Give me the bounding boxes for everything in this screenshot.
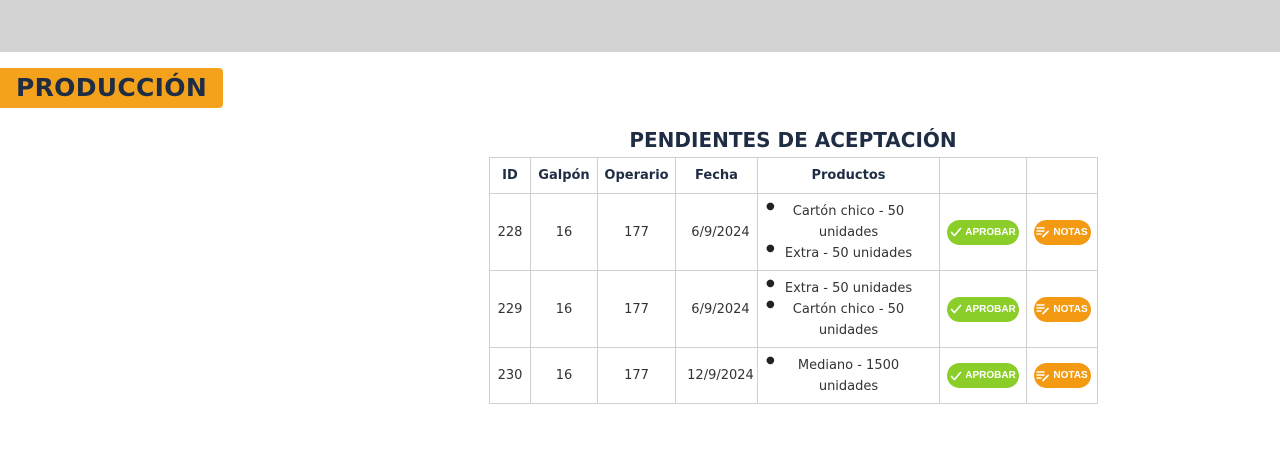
- approve-label: APROBAR: [965, 303, 1016, 315]
- approve-button[interactable]: APROBAR: [947, 363, 1019, 388]
- product-item: ● Extra - 50 unidades: [766, 278, 927, 299]
- cell-galpon: 16: [530, 270, 598, 348]
- approve-label: APROBAR: [965, 226, 1016, 238]
- product-item: ● Cartón chico - 50 unidades: [766, 201, 927, 243]
- bullet-icon: ●: [766, 277, 775, 289]
- cell-approve: APROBAR: [939, 193, 1027, 271]
- product-text: Extra - 50 unidades: [784, 245, 913, 261]
- approve-button[interactable]: APROBAR: [947, 219, 1019, 245]
- column-header-id: ID: [489, 157, 531, 194]
- cell-fecha: 6/9/2024: [675, 193, 758, 271]
- notes-edit-icon: [1036, 370, 1050, 381]
- cell-operario: 177: [597, 270, 676, 348]
- cell-id: 228: [489, 193, 531, 271]
- column-header-galpon: Galpón: [530, 157, 598, 194]
- cell-approve: APROBAR: [939, 270, 1027, 348]
- notes-edit-icon: [1036, 304, 1050, 315]
- cell-notes: NOTAS: [1026, 193, 1098, 271]
- cell-id: 229: [489, 270, 531, 348]
- check-icon: [950, 304, 962, 314]
- notes-edit-icon: [1036, 227, 1050, 238]
- notes-label: NOTAS: [1053, 370, 1088, 381]
- product-text: Cartón chico - 50 unidades: [792, 203, 905, 240]
- cell-galpon: 16: [530, 347, 598, 404]
- table-row: 229 16 177 6/9/2024 ● Extra - 50 unidades…: [489, 270, 1098, 348]
- approve-button[interactable]: APROBAR: [947, 296, 1019, 322]
- bullet-icon: ●: [766, 200, 775, 212]
- check-icon: [950, 227, 962, 237]
- table-header-row: ID Galpón Operario Fecha Productos: [489, 157, 1098, 194]
- notes-button[interactable]: NOTAS: [1033, 363, 1091, 388]
- bullet-icon: ●: [766, 242, 775, 254]
- product-item: ● Extra - 50 unidades: [766, 243, 927, 264]
- column-header-fecha: Fecha: [675, 157, 758, 194]
- cell-operario: 177: [597, 193, 676, 271]
- top-bar: [0, 0, 1280, 52]
- cell-productos: ● Cartón chico - 50 unidades ● Extra - 50 …: [757, 193, 940, 271]
- cell-approve: APROBAR: [939, 347, 1027, 404]
- page-title: PRODUCCIÓN: [0, 68, 224, 108]
- table-row: 230 16 177 12/9/2024 ● Mediano - 1500 uni…: [489, 347, 1098, 404]
- notes-label: NOTAS: [1053, 303, 1088, 315]
- notes-button[interactable]: NOTAS: [1033, 219, 1091, 245]
- cell-fecha: 6/9/2024: [675, 270, 758, 348]
- product-item: ● Cartón chico - 50 unidades: [766, 299, 927, 341]
- column-header-approve: [939, 157, 1027, 194]
- table-row: 228 16 177 6/9/2024 ● Cartón chico - 50 u…: [489, 193, 1098, 271]
- cell-galpon: 16: [530, 193, 598, 271]
- pending-table: ID Galpón Operario Fecha Productos 228 1…: [489, 157, 1098, 404]
- column-header-operario: Operario: [597, 157, 676, 194]
- cell-productos: ● Mediano - 1500 unidades: [757, 347, 940, 404]
- product-text: Extra - 50 unidades: [784, 280, 913, 296]
- check-icon: [950, 371, 962, 380]
- bullet-icon: ●: [766, 354, 775, 366]
- approve-label: APROBAR: [965, 370, 1016, 381]
- product-item: ● Mediano - 1500 unidades: [766, 355, 927, 397]
- cell-notes: NOTAS: [1026, 347, 1098, 404]
- cell-fecha: 12/9/2024: [675, 347, 758, 404]
- column-header-productos: Productos: [757, 157, 940, 194]
- notes-button[interactable]: NOTAS: [1033, 296, 1091, 322]
- bullet-icon: ●: [766, 298, 775, 310]
- cell-operario: 177: [597, 347, 676, 404]
- product-text: Cartón chico - 50 unidades: [792, 301, 905, 338]
- table-title: PENDIENTES DE ACEPTACIÓN: [629, 128, 957, 152]
- product-text: Mediano - 1500 unidades: [797, 357, 900, 394]
- cell-id: 230: [489, 347, 531, 404]
- cell-productos: ● Extra - 50 unidades ● Cartón chico - 50 …: [757, 270, 940, 348]
- notes-label: NOTAS: [1053, 226, 1088, 238]
- column-header-notes: [1026, 157, 1098, 194]
- cell-notes: NOTAS: [1026, 270, 1098, 348]
